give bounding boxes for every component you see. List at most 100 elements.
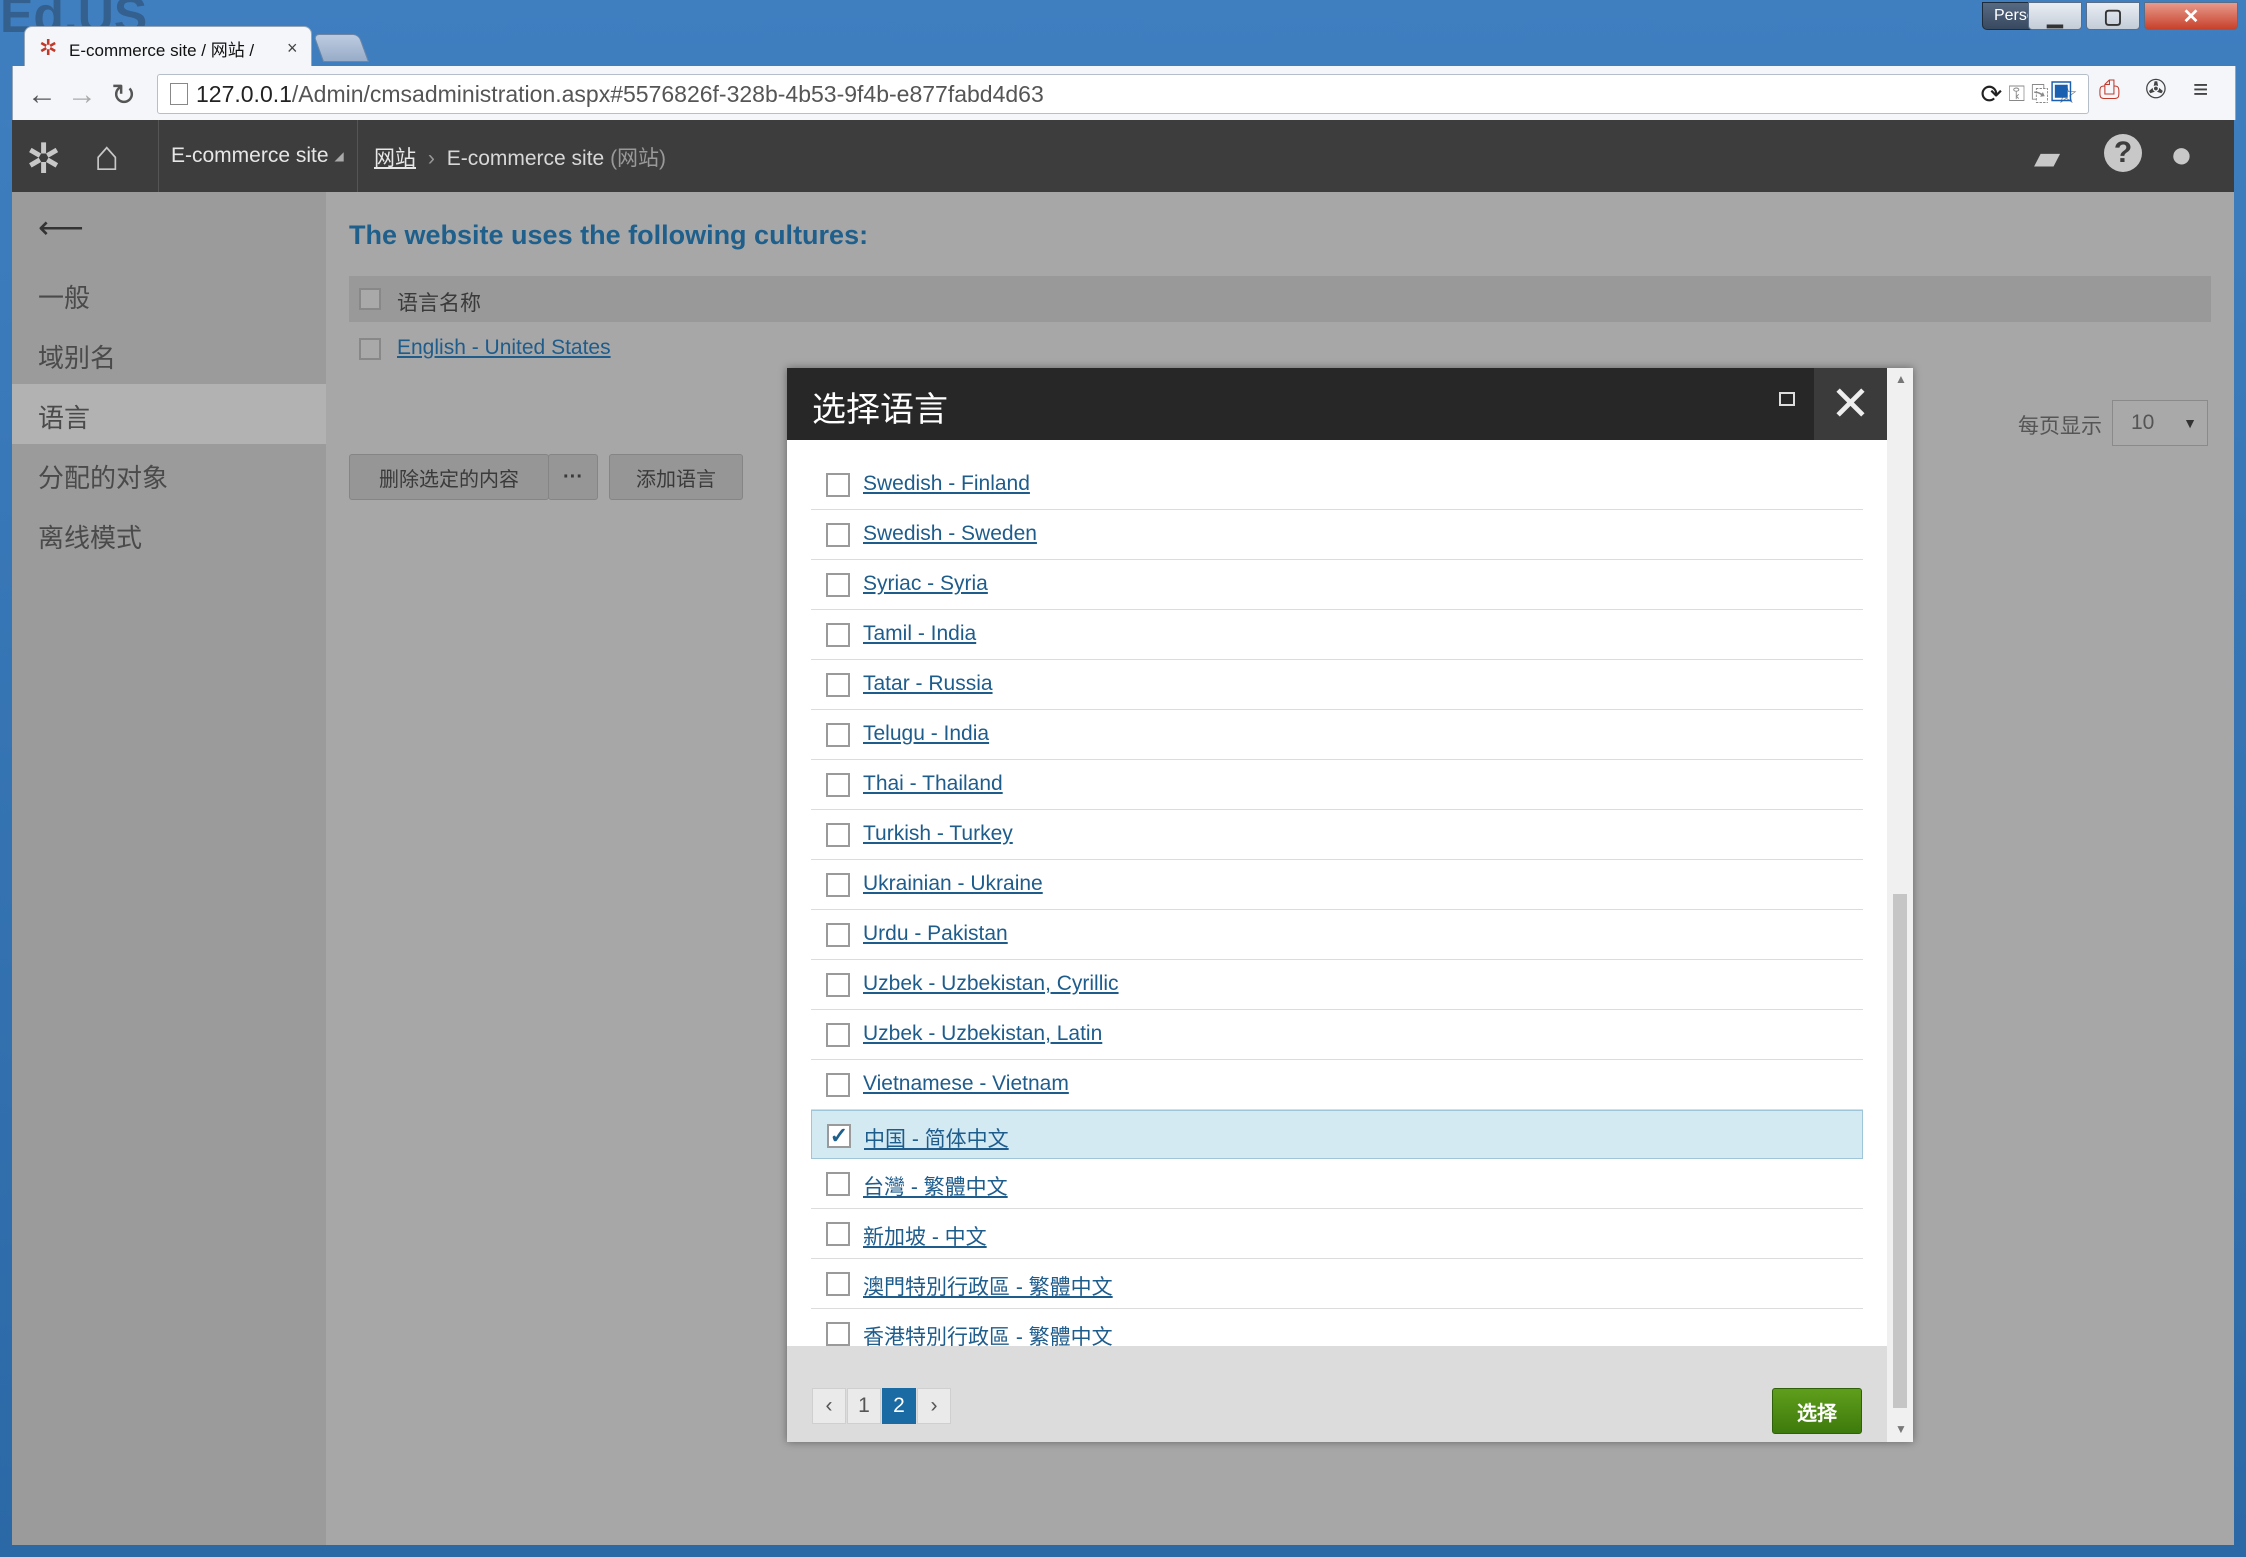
sidebar-item-offline-mode[interactable]: 离线模式 [38,518,142,555]
user-icon[interactable]: ● [2170,134,2193,177]
language-link[interactable]: Tatar - Russia [863,672,993,696]
chat-icon[interactable]: ▰ [2034,138,2060,178]
back-arrow-icon[interactable]: ⟵ [38,208,84,246]
language-link[interactable]: 中国 - 简体中文 [864,1123,1009,1153]
close-window-button[interactable]: ✕ [2144,2,2238,30]
scroll-up-icon[interactable]: ▲ [1895,372,1907,386]
language-link[interactable]: Ukrainian - Ukraine [863,872,1043,896]
list-item[interactable]: Vietnamese - Vietnam [811,1060,1863,1110]
site-selector[interactable]: E-commerce site ◢ [158,120,358,192]
tab-close-icon[interactable]: × [287,38,298,59]
sidebar-item-domain-aliases[interactable]: 域别名 [38,338,116,375]
checkbox[interactable] [826,673,850,697]
list-item[interactable]: Telugu - India [811,710,1863,760]
maximize-button[interactable]: ▢ [2086,2,2140,30]
pager-page-1[interactable]: 1 [847,1388,881,1424]
checkbox[interactable] [826,623,850,647]
new-tab-button[interactable] [312,34,370,62]
checkbox[interactable] [826,1073,850,1097]
language-link[interactable]: Uzbek - Uzbekistan, Cyrillic [863,972,1119,996]
forward-icon[interactable]: → [67,78,97,112]
close-dialog-button[interactable]: ✕ [1814,368,1887,440]
home-icon[interactable]: ⌂ [94,132,119,180]
checkbox[interactable] [826,1322,850,1346]
sidebar-item-languages[interactable]: 语言 [38,398,90,435]
back-icon[interactable]: ← [27,78,57,112]
list-item[interactable]: Ukrainian - Ukraine [811,860,1863,910]
breadcrumb-root-link[interactable]: 网站 [374,147,416,170]
checkbox[interactable] [826,1222,850,1246]
per-page-select[interactable]: 10 ▼ [2112,400,2208,446]
checkbox[interactable] [826,923,850,947]
browser-tab[interactable]: ✲ E-commerce site / 网站 / × [24,26,312,69]
checkbox[interactable] [826,823,850,847]
pdf-extension-icon[interactable]: ⎙ [2099,74,2120,106]
sync-icon[interactable]: ⟳ [1981,79,2003,110]
sidebar-item-assigned-objects[interactable]: 分配的对象 [38,458,168,495]
minimize-button[interactable]: ▁ [2028,2,2082,30]
checkbox-checked[interactable]: ✓ [827,1123,851,1148]
list-item[interactable]: 新加坡 - 中文 [811,1209,1863,1259]
language-link[interactable]: Turkish - Turkey [863,822,1013,846]
menu-icon[interactable]: ≡ [2193,74,2208,105]
language-link[interactable]: Vietnamese - Vietnam [863,1072,1069,1096]
list-item[interactable]: 澳門特別行政區 - 繁體中文 [811,1259,1863,1309]
address-bar[interactable]: 127.0.0.1/Admin/cmsadministration.aspx#5… [157,74,2089,114]
list-item[interactable]: Swedish - Sweden [811,510,1863,560]
checkbox[interactable] [826,573,850,597]
language-link[interactable]: Uzbek - Uzbekistan, Latin [863,1022,1102,1046]
list-item[interactable]: Thai - Thailand [811,760,1863,810]
scrollbar-thumb[interactable] [1893,894,1907,1408]
list-item[interactable]: Uzbek - Uzbekistan, Cyrillic [811,960,1863,1010]
language-link[interactable]: Urdu - Pakistan [863,922,1008,946]
key-icon[interactable]: ⚿ [2008,81,2025,107]
checkbox[interactable] [826,723,850,747]
row-checkbox[interactable] [359,338,381,360]
extension-blue-icon[interactable]: ▣ [2049,74,2074,105]
list-item[interactable]: Urdu - Pakistan [811,910,1863,960]
checkbox[interactable] [826,1172,850,1196]
more-actions-button[interactable]: ··· [548,454,598,500]
language-link[interactable]: Tamil - India [863,622,976,646]
film-extension-icon[interactable]: ✇ [2145,74,2167,105]
list-item[interactable]: 台灣 - 繁體中文 [811,1159,1863,1209]
list-item[interactable]: Tatar - Russia [811,660,1863,710]
language-link[interactable]: Swedish - Finland [863,472,1030,496]
list-item[interactable]: Swedish - Finland [811,460,1863,510]
language-link[interactable]: Telugu - India [863,722,989,746]
language-link[interactable]: 台灣 - 繁體中文 [863,1171,1008,1201]
language-link[interactable]: 澳門特別行政區 - 繁體中文 [863,1271,1113,1301]
checkbox[interactable] [826,973,850,997]
list-item[interactable]: Uzbek - Uzbekistan, Latin [811,1010,1863,1060]
dialog-scrollbar[interactable]: ▲ ▼ [1887,368,1913,1442]
reload-icon[interactable]: ↻ [111,78,136,113]
sidebar-item-general[interactable]: 一般 [38,278,90,315]
delete-selected-button[interactable]: 删除选定的内容 [349,454,549,500]
pager-page-2[interactable]: 2 [882,1388,916,1424]
list-item[interactable]: ✓ 中国 - 简体中文 [811,1110,1863,1159]
checkbox[interactable] [826,773,850,797]
scroll-down-icon[interactable]: ▼ [1895,1422,1907,1436]
language-link[interactable]: Swedish - Sweden [863,522,1037,546]
help-icon[interactable]: ? [2104,134,2142,172]
checkbox[interactable] [826,1272,850,1296]
translate-icon[interactable]: ⎘ [2031,81,2049,107]
checkbox[interactable] [826,873,850,897]
language-link[interactable]: Syriac - Syria [863,572,988,596]
add-language-button[interactable]: 添加语言 [609,454,743,500]
maximize-dialog-icon[interactable] [1779,392,1795,406]
culture-link[interactable]: English - United States [397,336,611,360]
checkbox[interactable] [826,473,850,497]
pager-next-button[interactable]: › [917,1388,951,1424]
select-button[interactable]: 选择 [1772,1388,1862,1434]
list-item[interactable]: Tamil - India [811,610,1863,660]
language-link[interactable]: Thai - Thailand [863,772,1003,796]
language-link[interactable]: 新加坡 - 中文 [863,1221,987,1251]
checkbox[interactable] [826,1023,850,1047]
pager-prev-button[interactable]: ‹ [812,1388,846,1424]
select-all-checkbox[interactable] [359,288,381,310]
list-item[interactable]: Turkish - Turkey [811,810,1863,860]
checkbox[interactable] [826,523,850,547]
list-item[interactable]: Syriac - Syria [811,560,1863,610]
kentico-logo-icon[interactable]: ✲ [26,134,61,183]
